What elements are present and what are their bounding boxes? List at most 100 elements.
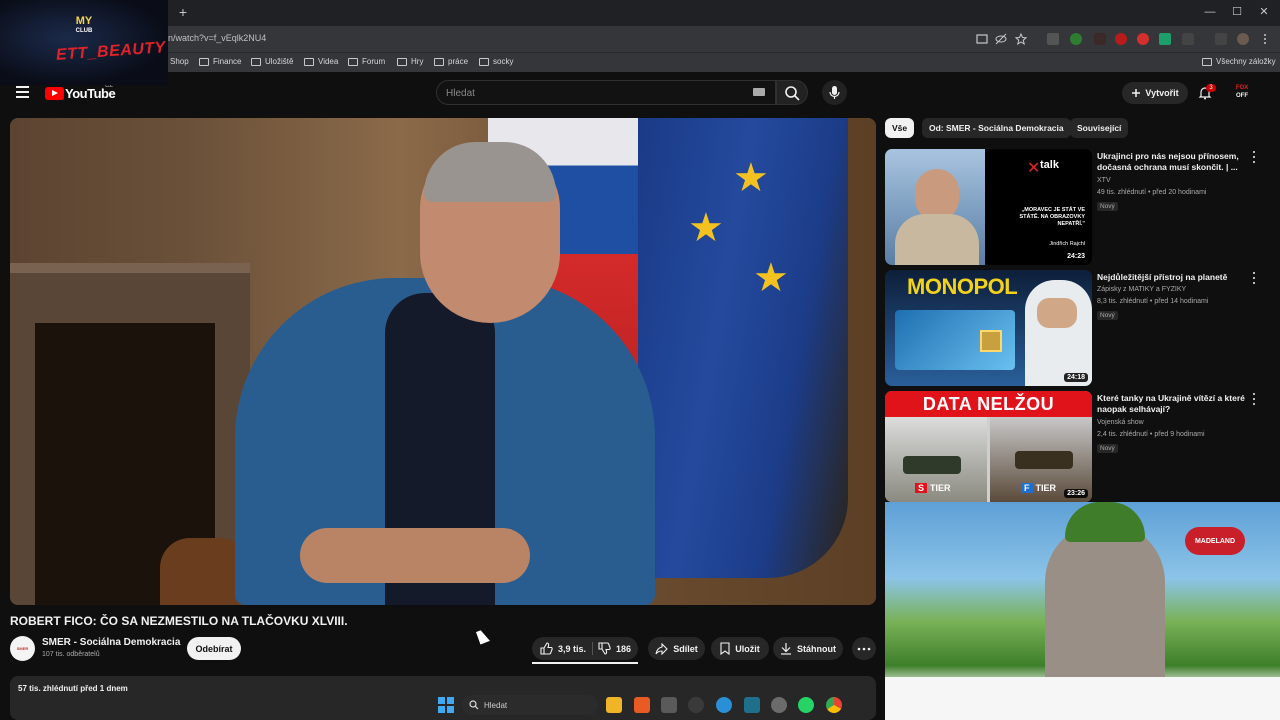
like-count: 3,9 tis.	[558, 643, 587, 654]
minimize-button[interactable]: —	[1200, 4, 1220, 20]
whatsapp-icon[interactable]	[798, 697, 814, 713]
bookmark-hry[interactable]: Hry	[397, 57, 423, 66]
file-explorer-icon[interactable]	[606, 697, 622, 713]
keyboard-icon[interactable]	[753, 88, 765, 96]
extension-icon[interactable]	[1094, 33, 1106, 45]
thumb-headline: DATA NELŽOU	[885, 391, 1092, 417]
download-button[interactable]: Stáhnout	[773, 637, 843, 660]
recommendation-channel[interactable]: Vojenská show	[1097, 419, 1144, 426]
bookmark-videa[interactable]: Videa	[304, 57, 338, 66]
save-button[interactable]: Uložit	[711, 637, 769, 660]
new-badge: Nový	[1097, 444, 1118, 453]
brave-browser-icon[interactable]	[634, 697, 650, 713]
more-vertical-icon[interactable]	[1251, 393, 1257, 405]
chrome-icon[interactable]	[826, 697, 842, 713]
extension-icon[interactable]	[1137, 33, 1149, 45]
recommendation-channel[interactable]: Zápisky z MATIKY a FYZIKY	[1097, 286, 1186, 293]
bookmark-shop[interactable]: Shop	[170, 57, 189, 66]
puzzle-icon[interactable]	[1182, 33, 1194, 45]
app-icon[interactable]	[771, 697, 787, 713]
video-view-meta: 57 tis. zhlédnutí před 1 dnem	[18, 684, 128, 693]
recommendation-thumbnail[interactable]: DATA NELŽOU S TIER F TIER 23:26	[885, 391, 1092, 502]
folder-icon	[479, 57, 489, 66]
account-avatar[interactable]: FOX OFF	[1232, 84, 1252, 102]
thumb-caption: Jindřich Rajchl	[1049, 241, 1085, 247]
subscriber-count: 107 tis. odběratelů	[42, 651, 100, 658]
avatar-text-top: FOX	[1235, 85, 1249, 91]
extension-icon[interactable]	[1115, 33, 1127, 45]
recommendation-title[interactable]: Které tanky na Ukrajině vítězí a které n…	[1097, 393, 1247, 415]
bookmark-star-icon[interactable]	[1015, 33, 1027, 45]
thumb-headline: MONOPOL	[907, 274, 1018, 299]
bookmarks-bar	[0, 52, 1280, 72]
bookmark-label: práce	[448, 57, 469, 66]
share-icon	[655, 642, 669, 655]
share-label: Sdílet	[673, 643, 698, 654]
voice-search-button[interactable]	[822, 80, 847, 105]
bookmark-socky[interactable]: socky	[479, 57, 513, 66]
youtube-logo-icon[interactable]	[45, 87, 64, 100]
calculator-icon[interactable]	[661, 697, 677, 713]
more-vertical-icon[interactable]	[1251, 272, 1257, 284]
close-window-button[interactable]: ✕	[1254, 4, 1274, 20]
search-input[interactable]	[446, 86, 736, 100]
video-ad[interactable]: MADELAND	[885, 502, 1280, 720]
video-player[interactable]: ★ ★ ★	[10, 118, 876, 605]
create-label: Vytvořit	[1145, 88, 1179, 98]
extension-icon[interactable]	[1047, 33, 1059, 45]
channel-name[interactable]: SMER - Sociálna Demokracia	[42, 637, 180, 648]
recommendation-title[interactable]: Ukrajinci pro nás nejsou přínosem, dočas…	[1097, 151, 1247, 173]
share-button[interactable]: Sdílet	[648, 637, 705, 660]
notification-count-badge: 3	[1206, 84, 1216, 92]
app-icon[interactable]	[716, 697, 732, 713]
browser-menu-icon[interactable]	[1262, 33, 1268, 45]
dislike-button[interactable]: 186	[598, 637, 631, 660]
hamburger-menu-icon[interactable]	[16, 86, 29, 98]
thumb-brand: talk	[1040, 159, 1059, 171]
recommendation-thumbnail[interactable]: talk ✕ „MORAVEC JE STÁT VE STÁTĚ. NA OBR…	[885, 149, 1092, 265]
bookmark-label: Forum	[362, 57, 386, 66]
tier-word: TIER	[1035, 483, 1057, 493]
bookmark-prace[interactable]: práce	[434, 57, 468, 66]
thumb-quote: „MORAVEC JE STÁT VE STÁTĚ. NA OBRAZOVKY …	[1019, 207, 1086, 227]
maximize-button[interactable]: ☐	[1227, 4, 1247, 20]
mouse-cursor	[476, 628, 490, 645]
eye-off-icon[interactable]	[995, 33, 1007, 45]
url-field[interactable]: n/watch?v=f_vEqlk2NU4	[168, 33, 266, 43]
extension-icon[interactable]	[1070, 33, 1082, 45]
recommendation-channel[interactable]: XTV	[1097, 177, 1111, 184]
search-button[interactable]	[776, 80, 808, 105]
more-horizontal-icon	[857, 647, 871, 650]
windows-start-icon[interactable]	[438, 697, 454, 713]
app-icon[interactable]	[688, 697, 704, 713]
profile-avatar[interactable]	[1237, 33, 1249, 45]
like-divider	[592, 642, 593, 655]
bookmark-forum[interactable]: Forum	[348, 57, 385, 66]
app-icon[interactable]	[744, 697, 760, 713]
bookmark-uloziste[interactable]: Uložiště	[251, 57, 293, 66]
dislike-count: 186	[616, 643, 632, 654]
bookmark-label: Videa	[318, 57, 339, 66]
recommendation-thumbnail[interactable]: MONOPOL 24:18	[885, 270, 1092, 386]
folder-icon	[397, 57, 407, 66]
recommendation-meta: 2,4 tis. zhlédnutí • před 9 hodinami	[1097, 431, 1205, 438]
bookmark-finance[interactable]: Finance	[199, 57, 241, 66]
cast-icon[interactable]	[976, 33, 988, 45]
more-vertical-icon[interactable]	[1251, 151, 1257, 163]
recommendation-title[interactable]: Nejdůležitější přístroj na planetě	[1097, 272, 1247, 283]
taskbar-search[interactable]: Hledat	[462, 695, 598, 715]
create-button[interactable]: Vytvořit	[1122, 82, 1188, 104]
chip-all[interactable]: Vše	[885, 118, 915, 138]
like-button[interactable]: 3,9 tis.	[540, 642, 586, 655]
more-actions-button[interactable]	[852, 637, 876, 660]
channel-avatar[interactable]: SMER	[10, 636, 35, 661]
video-title: ROBERT FICO: ČO SA NEZMESTILO NA TLAČOVK…	[10, 614, 348, 628]
chip-from-channel[interactable]: Od: SMER - Sociálna Demokracia	[922, 118, 1071, 138]
extension-icon[interactable]	[1159, 33, 1171, 45]
subscribe-button[interactable]: Odebírat	[187, 637, 241, 660]
new-tab-button[interactable]: +	[176, 4, 190, 20]
chip-related[interactable]: Související	[1070, 118, 1129, 138]
all-bookmarks[interactable]: Všechny záložky	[1202, 57, 1276, 66]
tab-search-icon[interactable]	[1215, 33, 1227, 45]
video-duration: 24:23	[1064, 252, 1088, 261]
